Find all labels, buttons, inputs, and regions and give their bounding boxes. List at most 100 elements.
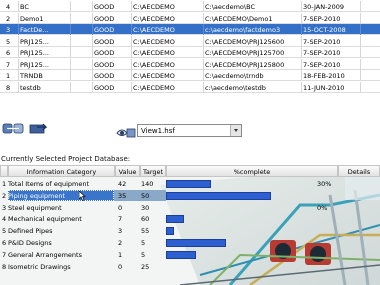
column-divider (92, 24, 93, 35)
project-status: GOOD (94, 37, 115, 46)
column-divider (301, 35, 302, 47)
column-divider (18, 24, 19, 35)
project-row-number: 4 (6, 3, 11, 11)
grid-target: 55 (141, 227, 150, 236)
project-row-number: 8 (6, 83, 11, 92)
project-root-path: C:\AECDEMO (133, 60, 175, 69)
project-name: Demo1 (20, 14, 44, 23)
grid-category: Mechanical equipment (8, 215, 82, 224)
project-row[interactable]: 4 BC GOOD C:\AECDEMO C:\aecdemo\BC 30-JAN-200… (0, 1, 380, 12)
project-row-number: 6 (6, 49, 11, 57)
progress-bar-fill (166, 250, 196, 259)
column-divider (301, 47, 302, 58)
folder-arrow-icon[interactable] (28, 123, 50, 134)
grid-row[interactable]: 1 Total Items of equipment 42 140 30% (0, 178, 380, 189)
column-divider (131, 24, 132, 35)
column-divider (203, 70, 204, 81)
column-divider (70, 1, 71, 12)
column-divider (203, 35, 204, 47)
column-divider (301, 24, 302, 35)
grid-value: 42 (118, 180, 127, 188)
column-divider (92, 47, 93, 58)
grid-row[interactable]: 5 Defined Pipes 3 55 (0, 225, 380, 236)
progress-bar (166, 204, 331, 212)
grid-row[interactable]: 3 Steel equipment 0 30 0% (0, 202, 380, 213)
grid-row[interactable]: 6 P&ID Designs 2 5 (0, 237, 380, 248)
project-name: PRJ125... (20, 37, 49, 46)
project-status: GOOD (94, 49, 115, 57)
grid-category: Isometric Drawings (8, 262, 71, 271)
column-divider (131, 47, 132, 58)
project-row-number: 5 (6, 37, 11, 46)
progress-bar-fill (166, 180, 211, 188)
project-row[interactable]: 3 FactDe... GOOD C:\AECDEMO c:\aecdemo\factd… (0, 24, 380, 35)
grid-row-number: 8 (2, 262, 7, 271)
column-divider (131, 58, 132, 70)
project-date: 15-OCT-2008 (303, 26, 346, 34)
project-path: C:\AECDEMO\PRJ125600 (205, 37, 285, 46)
grid-target: 140 (141, 180, 154, 188)
progress-percent-label: 0% (317, 203, 328, 212)
project-row[interactable]: 6 PRJ125... GOOD C:\AECDEMO C:\AECDEMO\PRJ12… (0, 47, 380, 58)
column-divider (131, 12, 132, 24)
grid-target: 50 (141, 191, 150, 200)
column-divider (203, 58, 204, 70)
header-value[interactable]: Value (115, 165, 140, 177)
grid-row-number: 7 (2, 250, 7, 259)
project-row[interactable]: 7 PRJ125... GOOD C:\AECDEMO C:\AECDEMO\PRJ12… (0, 58, 380, 70)
column-divider (92, 58, 93, 70)
project-row[interactable]: 8 testdb GOOD C:\AECDEMO c:\aecdemo\testdb 11… (0, 81, 380, 93)
column-divider (360, 47, 361, 58)
project-name: testdb (20, 83, 41, 92)
project-root-path: C:\AECDEMO (133, 49, 175, 57)
project-path: C:\AECDEMO\PRJ125800 (205, 60, 285, 69)
project-root-path: C:\AECDEMO (133, 3, 175, 11)
grid-value: 1 (118, 250, 123, 259)
project-row[interactable]: 2 Demo1 GOOD C:\AECDEMO C:\AECDEMO\Demo1 7-SE… (0, 12, 380, 24)
project-row[interactable]: 5 PRJ125... GOOD C:\AECDEMO C:\AECDEMO\PRJ12… (0, 35, 380, 47)
column-divider (203, 12, 204, 24)
grid-value: 0 (118, 262, 123, 271)
grid-target: 30 (141, 203, 150, 212)
column-divider (301, 81, 302, 93)
column-divider (131, 81, 132, 93)
grid-target: 5 (141, 239, 146, 247)
project-name: PRJ125... (20, 49, 49, 57)
view-select[interactable]: View1.hsf (137, 124, 242, 137)
grid-row-number: 1 (2, 180, 7, 188)
column-divider (131, 35, 132, 47)
project-name: FactDe... (20, 26, 49, 34)
project-root-path: C:\AECDEMO (133, 37, 175, 46)
grid-value: 0 (118, 203, 123, 212)
project-date: 7-SEP-2010 (303, 49, 341, 57)
grid-row[interactable]: 8 Isometric Drawings 0 25 (0, 261, 380, 272)
project-root-path: C:\AECDEMO (133, 14, 175, 23)
column-divider (301, 1, 302, 12)
project-name: PRJ125... (20, 60, 49, 69)
column-divider (18, 47, 19, 58)
header-information-category[interactable]: Information Category (8, 165, 115, 177)
column-divider (92, 35, 93, 47)
header-percent-complete[interactable]: %complete (166, 165, 338, 177)
column-divider (18, 35, 19, 47)
grid-header-corner (0, 165, 8, 177)
progress-bar (166, 239, 331, 247)
column-divider (18, 70, 19, 81)
column-divider (203, 24, 204, 35)
current-db-label: Currently Selected Project Database: (1, 155, 131, 163)
grid-row[interactable]: 2 Piping equipment 35 50 (0, 189, 380, 201)
link-back-icon[interactable] (2, 123, 24, 134)
project-status-grid: Information Category Value Target %compl… (0, 165, 380, 285)
column-divider (18, 81, 19, 93)
grid-row[interactable]: 7 General Arrangements 1 5 (0, 249, 380, 260)
project-row[interactable]: 1 TRNDB GOOD C:\AECDEMO C:\aecdemo\trndb 18-F… (0, 70, 380, 81)
project-path: C:\aecdemo\trndb (205, 72, 264, 80)
header-target[interactable]: Target (140, 165, 166, 177)
grid-category: Defined Pipes (8, 227, 53, 236)
grid-row-number: 2 (2, 191, 7, 200)
chevron-down-icon[interactable] (230, 125, 241, 136)
grid-row-number: 5 (2, 227, 7, 236)
grid-row[interactable]: 4 Mechanical equipment 7 60 (0, 213, 380, 224)
column-divider (92, 81, 93, 93)
header-details[interactable]: Details (338, 165, 380, 177)
